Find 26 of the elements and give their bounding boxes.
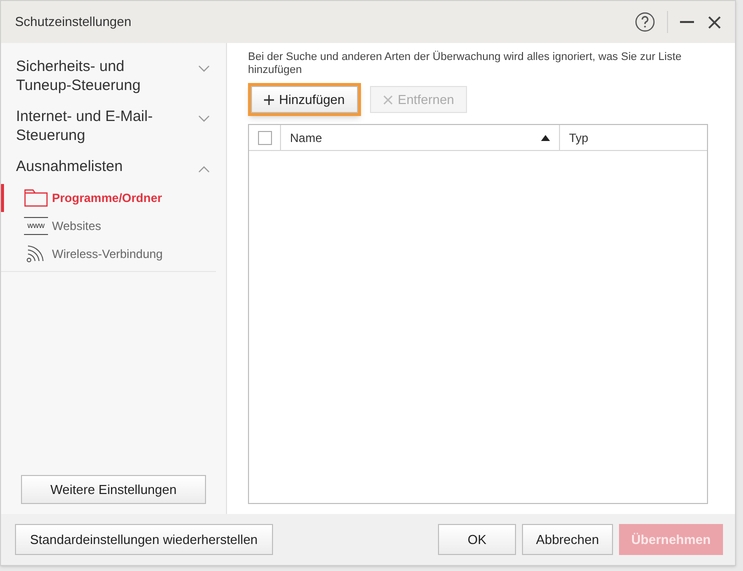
sort-up-icon bbox=[541, 134, 550, 140]
more-settings-button[interactable]: Weitere Einstellungen bbox=[21, 475, 206, 504]
sidebar-section[interactable]: Sicherheits- und Tuneup-Steuerung bbox=[1, 53, 226, 99]
folder-icon bbox=[24, 189, 48, 207]
close-icon[interactable] bbox=[708, 16, 721, 28]
sidebar-section[interactable]: Internet- und E-Mail-Steuerung bbox=[1, 103, 226, 149]
sidebar-item[interactable]: www Websites bbox=[1, 212, 216, 240]
plus-icon bbox=[264, 94, 274, 104]
sidebar-section[interactable]: Ausnahmelisten bbox=[1, 153, 226, 180]
chevron-down-icon bbox=[198, 65, 210, 73]
description-text: Bei der Suche und anderen Arten der Überwachung wird alles ignoriert, was Sie zur Liste hinzufügen bbox=[248, 51, 683, 77]
window-title: Schutzeinstellungen bbox=[15, 13, 132, 32]
chevron-up-icon bbox=[198, 165, 210, 173]
sidebar-item[interactable]: Programme/Ordner bbox=[1, 184, 216, 212]
dialog-button[interactable]: Abbrechen bbox=[522, 524, 613, 555]
chevron-down-icon bbox=[198, 115, 210, 123]
select-all-checkbox[interactable] bbox=[258, 130, 272, 144]
x-icon bbox=[382, 94, 393, 104]
column-header[interactable]: Typ bbox=[560, 125, 707, 150]
column-header[interactable]: Name bbox=[281, 125, 560, 150]
dialog-button[interactable]: OK bbox=[438, 524, 516, 555]
sidebar-item[interactable]: Wireless-Verbindung bbox=[1, 240, 216, 268]
reset-button[interactable]: Standardeinstellungen wiederherstellen bbox=[15, 524, 273, 555]
add-button[interactable]: Hinzufügen bbox=[251, 86, 358, 113]
help-icon[interactable] bbox=[635, 12, 655, 32]
wireless-icon bbox=[26, 245, 46, 263]
